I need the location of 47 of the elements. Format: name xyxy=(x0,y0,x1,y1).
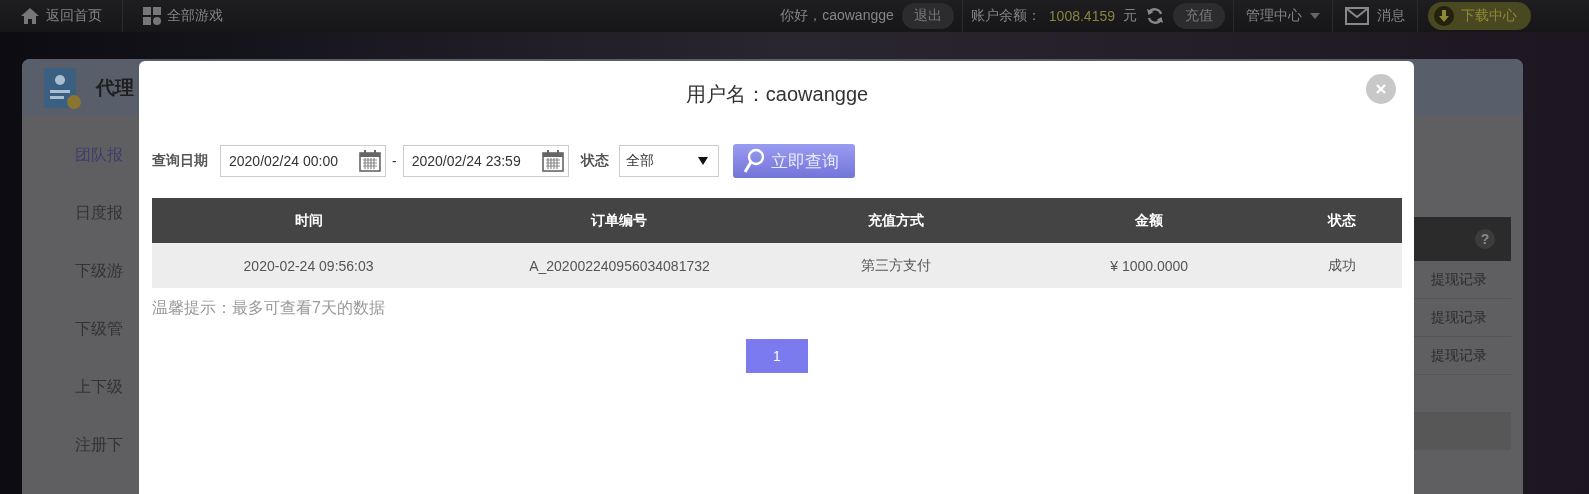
close-icon xyxy=(1375,83,1387,95)
mail-icon[interactable] xyxy=(1345,7,1369,25)
nav-link[interactable]: 返回首页 xyxy=(0,7,122,25)
table-cell: 第三方支付 xyxy=(773,243,1018,288)
date-separator: - xyxy=(392,153,397,169)
panel-title: 代理 xyxy=(96,75,134,100)
id-card-icon xyxy=(42,65,82,110)
greeting-text: 你好，caowangge xyxy=(780,7,894,25)
table-cell: A_202002240956034081732 xyxy=(465,243,774,288)
page-button[interactable]: 1 xyxy=(746,339,808,373)
currency-label: 元 xyxy=(1123,7,1137,25)
download-icon xyxy=(1433,5,1455,27)
filter-label: 查询日期 xyxy=(152,152,208,170)
magnifier-icon xyxy=(742,148,765,174)
search-button[interactable]: 立即查询 xyxy=(732,144,855,178)
status-dropdown[interactable]: 全部 xyxy=(618,145,719,177)
table-cell: 成功 xyxy=(1281,243,1402,288)
date-field[interactable]: 2020/02/24 23:59 xyxy=(402,145,569,177)
table-cell: ¥ 1000.0000 xyxy=(1017,243,1282,288)
column-header: 状态 xyxy=(1281,198,1402,243)
recharge-button[interactable]: 充值 xyxy=(1173,3,1225,29)
nav-link[interactable]: 全部游戏 xyxy=(123,7,243,25)
home-icon[interactable] xyxy=(20,7,40,25)
date-field[interactable]: 2020/02/24 00:00 xyxy=(220,145,386,177)
nav-link-label: 全部游戏 xyxy=(167,7,223,25)
dropdown-arrow-icon xyxy=(697,157,708,165)
filter-label: 状态 xyxy=(580,152,609,170)
balance-amount: 1008.4159 xyxy=(1048,8,1115,24)
messages-link[interactable]: 消息 xyxy=(1377,7,1405,25)
nav-link-label: 返回首页 xyxy=(46,7,102,25)
column-header: 时间 xyxy=(152,198,466,243)
column-header: 充值方式 xyxy=(773,198,1018,243)
logout-button[interactable]: 退出 xyxy=(901,3,954,29)
hint-text: 温馨提示：最多可查看7天的数据 xyxy=(152,298,386,318)
column-header: 订单编号 xyxy=(465,198,774,243)
modal-title: 用户名：caowangge xyxy=(685,82,869,107)
table-cell: 2020-02-24 09:56:03 xyxy=(152,243,466,288)
balance-label: 账户余额： xyxy=(970,7,1041,25)
grid-icon[interactable] xyxy=(143,7,161,25)
help-icon[interactable]: ? xyxy=(1475,229,1495,249)
calendar-icon[interactable] xyxy=(541,150,564,172)
calendar-icon[interactable] xyxy=(359,150,381,172)
download-button[interactable]: 下载中心 xyxy=(1428,2,1531,30)
column-header: 金额 xyxy=(1017,198,1282,243)
refresh-icon[interactable] xyxy=(1145,6,1165,26)
caret-icon[interactable] xyxy=(1310,13,1320,19)
management-menu[interactable]: 管理中心 xyxy=(1246,7,1302,25)
